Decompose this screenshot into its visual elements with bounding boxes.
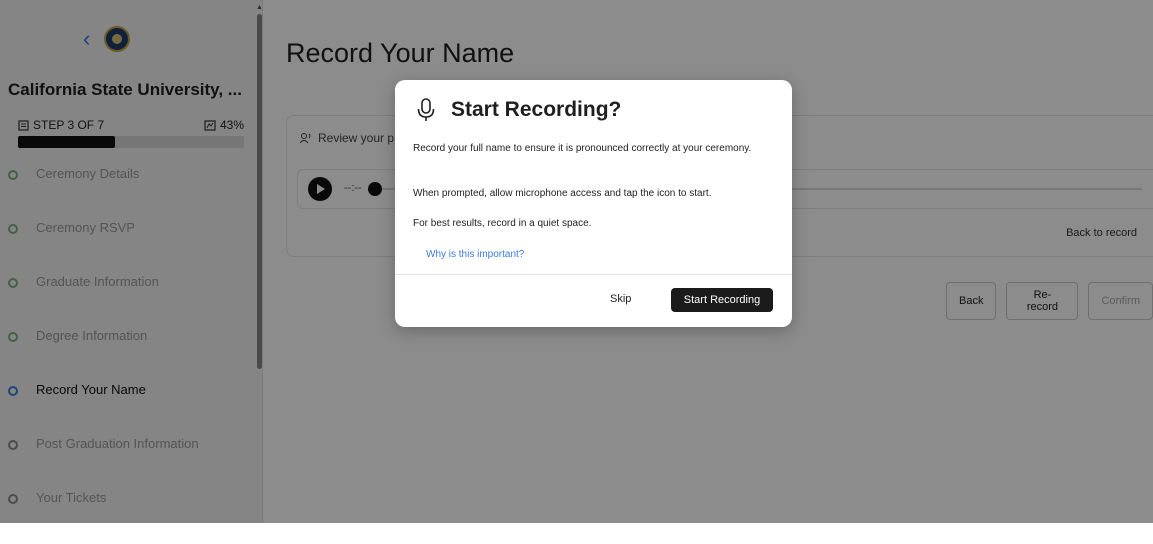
dialog-header: Start Recording? xyxy=(417,98,621,122)
start-recording-dialog: Start Recording? Record your full name t… xyxy=(395,80,792,327)
start-recording-button[interactable]: Start Recording xyxy=(671,288,773,312)
why-important-link[interactable]: Why is this important? xyxy=(426,249,524,260)
dialog-text-instructions: When prompted, allow microphone access a… xyxy=(413,188,712,199)
dialog-text-tip: For best results, record in a quiet spac… xyxy=(413,218,592,229)
microphone-icon xyxy=(417,98,435,121)
dialog-text-intro: Record your full name to ensure it is pr… xyxy=(413,143,752,154)
skip-button[interactable]: Skip xyxy=(610,293,631,305)
dialog-title: Start Recording? xyxy=(451,98,622,121)
dialog-divider xyxy=(395,274,792,275)
